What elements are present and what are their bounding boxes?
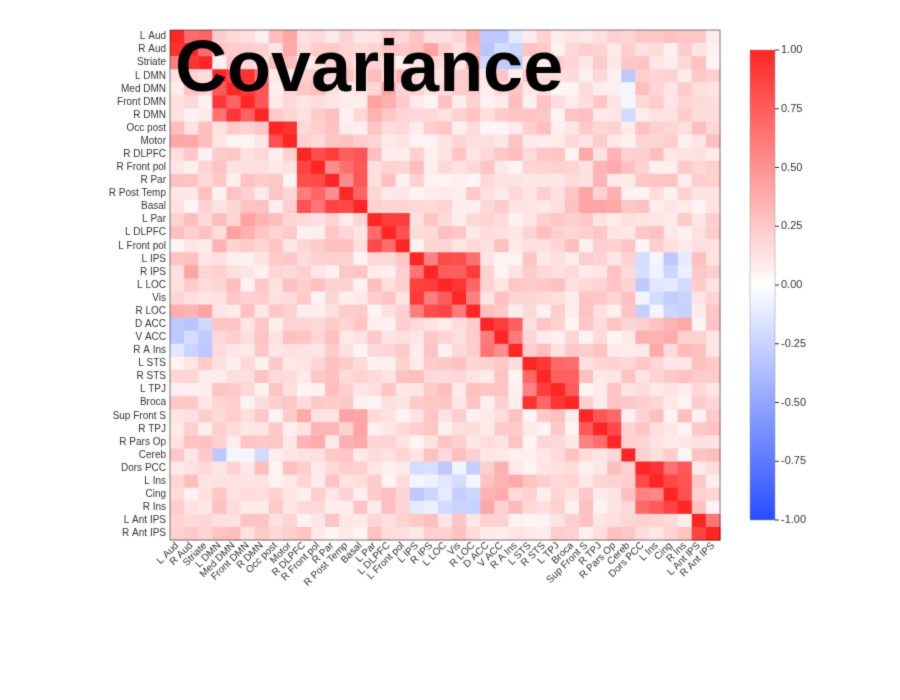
main-container [0, 0, 900, 700]
covariance-chart [0, 0, 900, 700]
